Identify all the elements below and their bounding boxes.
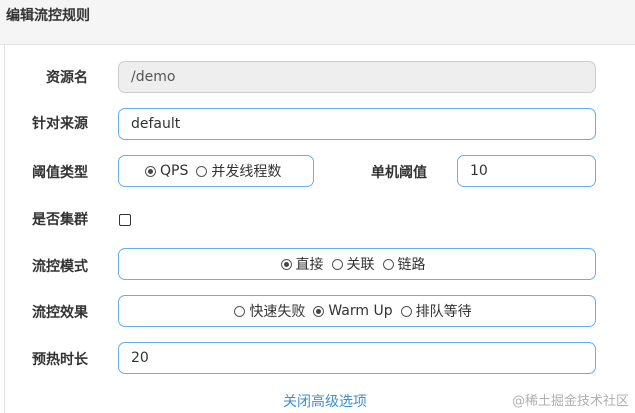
strategy-option-direct[interactable]: 直接 [280,254,324,274]
radio-checked-icon[interactable] [145,165,156,177]
grade-option-thread[interactable]: 并发线程数 [196,161,281,181]
control-behavior-option-label: 排队等待 [415,304,472,320]
control-behavior-label: 流控效果 [32,305,88,321]
grade-label: 阈值类型 [32,165,88,181]
count-label: 单机阈值 [371,165,427,181]
control-behavior-option-label: Warm Up [328,303,393,319]
radio-icon[interactable] [382,258,394,270]
warm-up-period-input[interactable]: 20 [118,342,596,374]
grade-option-label: QPS [160,163,189,179]
limit-app-label: 针对来源 [32,116,88,132]
strategy-radio-group: 直接 关联 链路 [118,248,596,280]
resource-name-label: 资源名 [46,70,88,86]
count-input[interactable]: 10 [457,155,596,187]
strategy-option-relate[interactable]: 关联 [331,254,375,274]
control-behavior-option-queue[interactable]: 排队等待 [400,301,472,321]
limit-app-input[interactable]: default [118,108,596,140]
radio-checked-icon[interactable] [313,305,325,317]
control-behavior-option-fast-fail[interactable]: 快速失败 [234,301,305,321]
radio-icon[interactable] [331,258,343,270]
advanced-options-toggle-link[interactable]: 关闭高级选项 [283,391,367,411]
strategy-option-label: 直接 [295,257,324,273]
strategy-option-label: 关联 [346,257,375,273]
radio-icon[interactable] [234,305,246,317]
cluster-checkbox[interactable] [119,214,131,226]
watermark: @稀土掘金技术社区 [511,394,629,409]
radio-icon[interactable] [196,165,208,177]
dialog-title: 编辑流控规则 [6,8,90,24]
grade-option-qps[interactable]: QPS [145,163,188,179]
strategy-label: 流控模式 [32,259,88,275]
control-behavior-option-warm-up[interactable]: Warm Up [313,303,393,319]
strategy-option-chain[interactable]: 链路 [382,254,426,274]
cluster-label: 是否集群 [32,212,88,228]
control-behavior-option-label: 快速失败 [249,304,306,320]
dialog-header: 编辑流控规则 [0,0,635,45]
grade-option-label: 并发线程数 [211,164,282,180]
grade-radio-group: QPS 并发线程数 [118,155,314,187]
resource-name-input: /demo [118,61,596,93]
strategy-option-label: 链路 [397,257,426,273]
radio-checked-icon[interactable] [280,258,292,270]
radio-icon[interactable] [400,305,412,317]
control-behavior-radio-group: 快速失败 Warm Up 排队等待 [118,295,596,327]
warm-up-period-label: 预热时长 [32,352,88,368]
